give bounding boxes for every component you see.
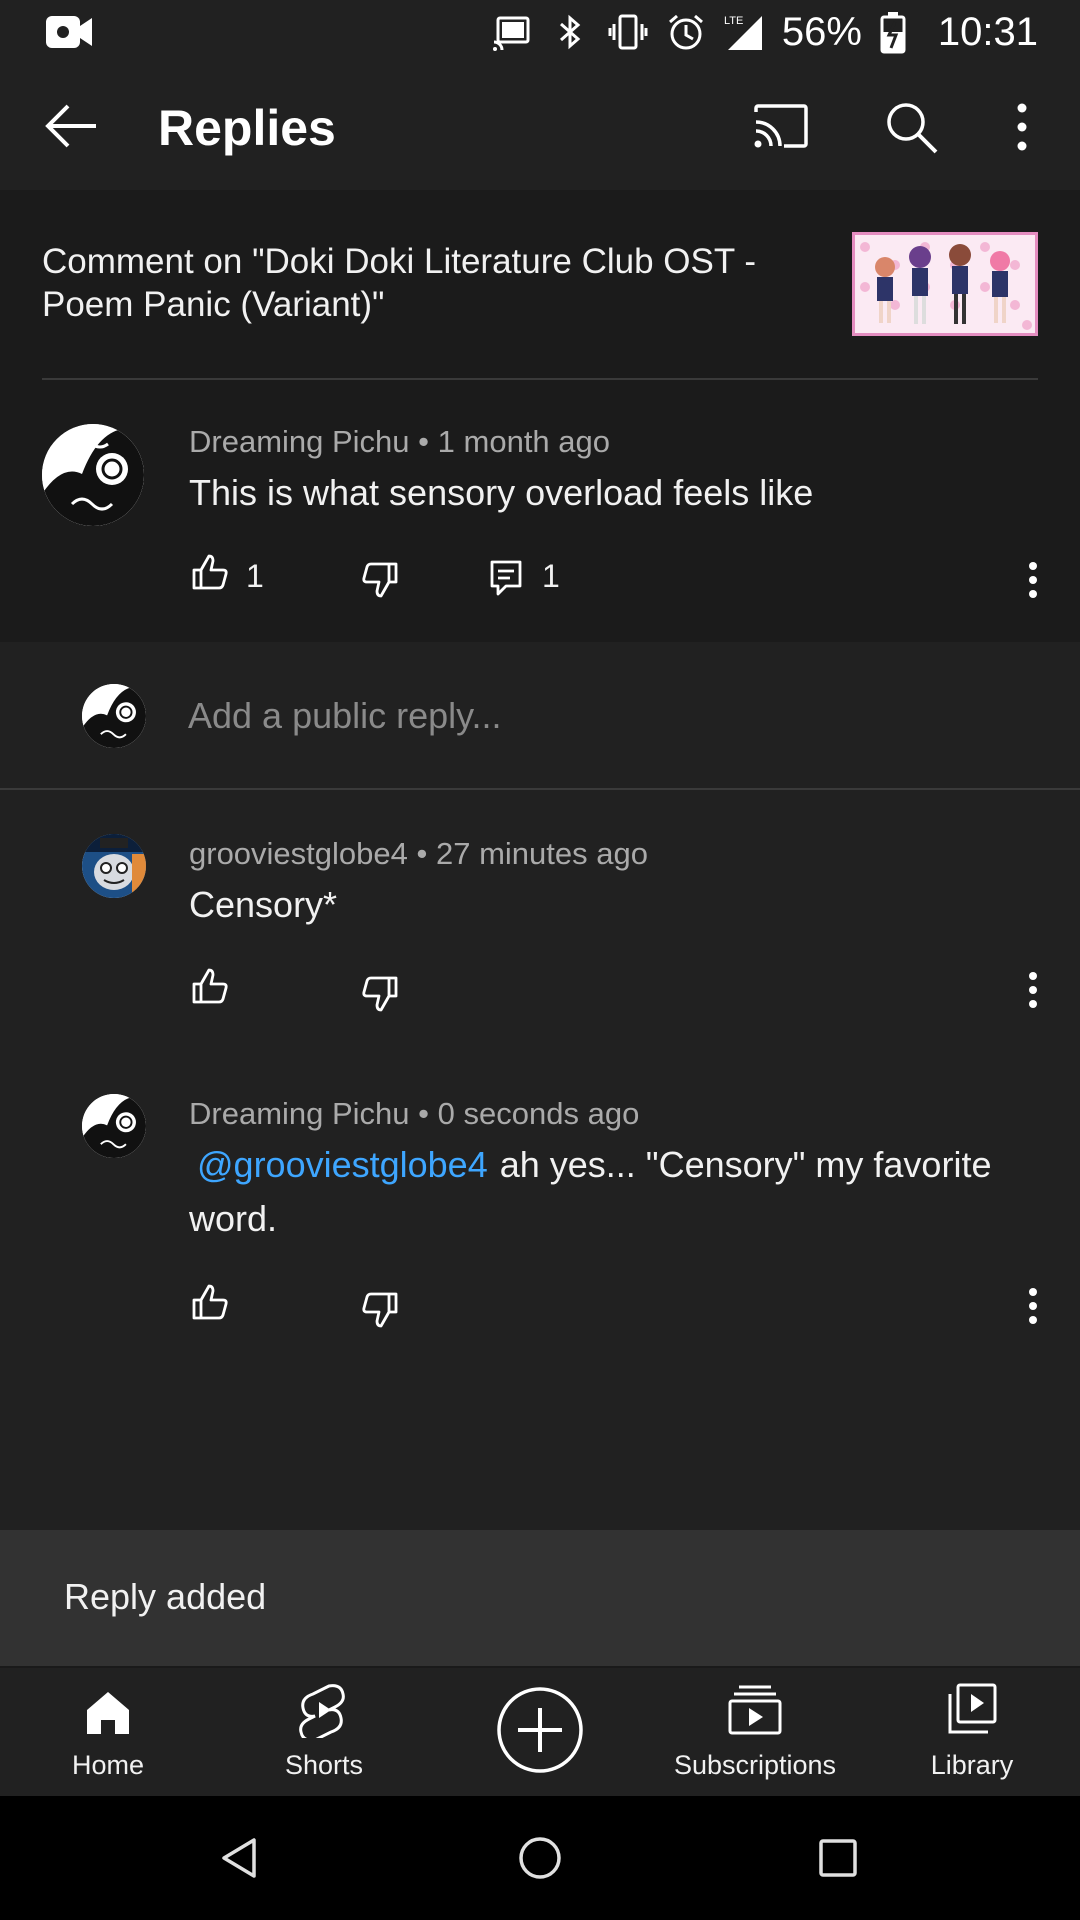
snackbar-message: Reply added: [64, 1576, 267, 1617]
cast-connected-icon: [492, 12, 532, 52]
svg-text:LTE: LTE: [724, 15, 743, 27]
cast-icon[interactable]: [752, 102, 810, 150]
system-navigation-bar: [0, 1796, 1080, 1920]
comment-text: Censory*: [189, 884, 338, 925]
nav-label: Shorts: [284, 1750, 364, 1780]
battery-charging-icon: [880, 12, 920, 54]
screen-record-icon: [44, 12, 96, 52]
mention-link[interactable]: @grooviestglobe4: [197, 1144, 488, 1185]
context-title: Comment on "Doki Doki Literature Club OS…: [42, 242, 756, 324]
like-count: 1: [246, 558, 264, 594]
avatar[interactable]: [82, 834, 146, 898]
comment-context[interactable]: Comment on "Doki Doki Literature Club OS…: [0, 190, 1080, 380]
nav-create[interactable]: [490, 1668, 590, 1798]
dislike-icon[interactable]: [360, 1290, 400, 1330]
more-options-icon[interactable]: [1026, 1286, 1040, 1326]
avatar: [82, 684, 146, 748]
nav-library[interactable]: Library: [892, 1668, 1052, 1798]
video-thumbnail[interactable]: [852, 232, 1038, 336]
more-options-icon[interactable]: [1026, 560, 1040, 600]
dislike-icon[interactable]: [360, 560, 400, 600]
nav-shorts[interactable]: Shorts: [244, 1668, 404, 1798]
avatar[interactable]: [42, 424, 144, 526]
page-title: Replies: [158, 100, 336, 156]
nav-subscriptions[interactable]: Subscriptions: [660, 1668, 850, 1798]
back-arrow-icon[interactable]: [42, 100, 102, 152]
battery-percent: 56%: [781, 9, 862, 54]
home-icon: [83, 1688, 133, 1738]
nav-label: Home: [71, 1750, 145, 1780]
comment-author[interactable]: grooviestglobe4: [189, 836, 408, 871]
bottom-navigation: Home Shorts Subscriptions Library: [0, 1666, 1080, 1796]
more-options-icon[interactable]: [1006, 98, 1038, 156]
nav-label: Library: [930, 1750, 1014, 1780]
avatar[interactable]: [82, 1094, 146, 1158]
reply-count: 1: [542, 558, 560, 594]
comment-meta: grooviestglobe4 • 27 minutes ago: [189, 836, 648, 871]
status-bar: LTE 56% 10:31: [0, 0, 1080, 64]
like-icon[interactable]: [190, 1282, 230, 1322]
comment-text: This is what sensory overload feels like: [189, 472, 814, 513]
parent-comment: Dreaming Pichu • 1 month ago This is wha…: [0, 380, 1080, 642]
clock: 10:31: [937, 9, 1038, 54]
nav-label: Subscriptions: [673, 1750, 837, 1780]
comment-text: @grooviestglobe4 ah yes... "Censory" my f…: [189, 1138, 1039, 1246]
comment-time: 0 seconds ago: [437, 1096, 640, 1131]
comment-time: 27 minutes ago: [436, 836, 648, 871]
comment-meta: Dreaming Pichu • 0 seconds ago: [189, 1096, 640, 1131]
like-icon[interactable]: [190, 966, 230, 1006]
bluetooth-icon: [550, 12, 590, 52]
like-icon[interactable]: [190, 552, 230, 592]
nav-home[interactable]: Home: [28, 1668, 188, 1798]
reply-composer: [0, 642, 1080, 790]
create-icon: [496, 1686, 584, 1774]
comment-author[interactable]: Dreaming Pichu: [189, 424, 410, 459]
library-icon: [946, 1682, 998, 1736]
alarm-icon: [666, 12, 706, 52]
system-home-icon[interactable]: [516, 1834, 564, 1882]
shorts-icon: [299, 1682, 349, 1738]
comment-time: 1 month ago: [437, 424, 611, 459]
lte-signal-icon: LTE: [724, 12, 764, 52]
subscriptions-icon: [727, 1684, 783, 1736]
system-recents-icon[interactable]: [814, 1834, 862, 1882]
vibrate-icon: [608, 12, 648, 52]
search-icon[interactable]: [884, 100, 940, 156]
comment-meta: Dreaming Pichu • 1 month ago: [189, 424, 611, 459]
app-bar: Replies: [0, 64, 1080, 190]
dislike-icon[interactable]: [360, 974, 400, 1014]
reply-input[interactable]: [188, 692, 1008, 740]
snackbar: Reply added: [0, 1530, 1080, 1666]
reply-icon[interactable]: [486, 558, 526, 598]
more-options-icon[interactable]: [1026, 970, 1040, 1010]
comment-author[interactable]: Dreaming Pichu: [189, 1096, 410, 1131]
system-back-icon[interactable]: [216, 1834, 264, 1882]
